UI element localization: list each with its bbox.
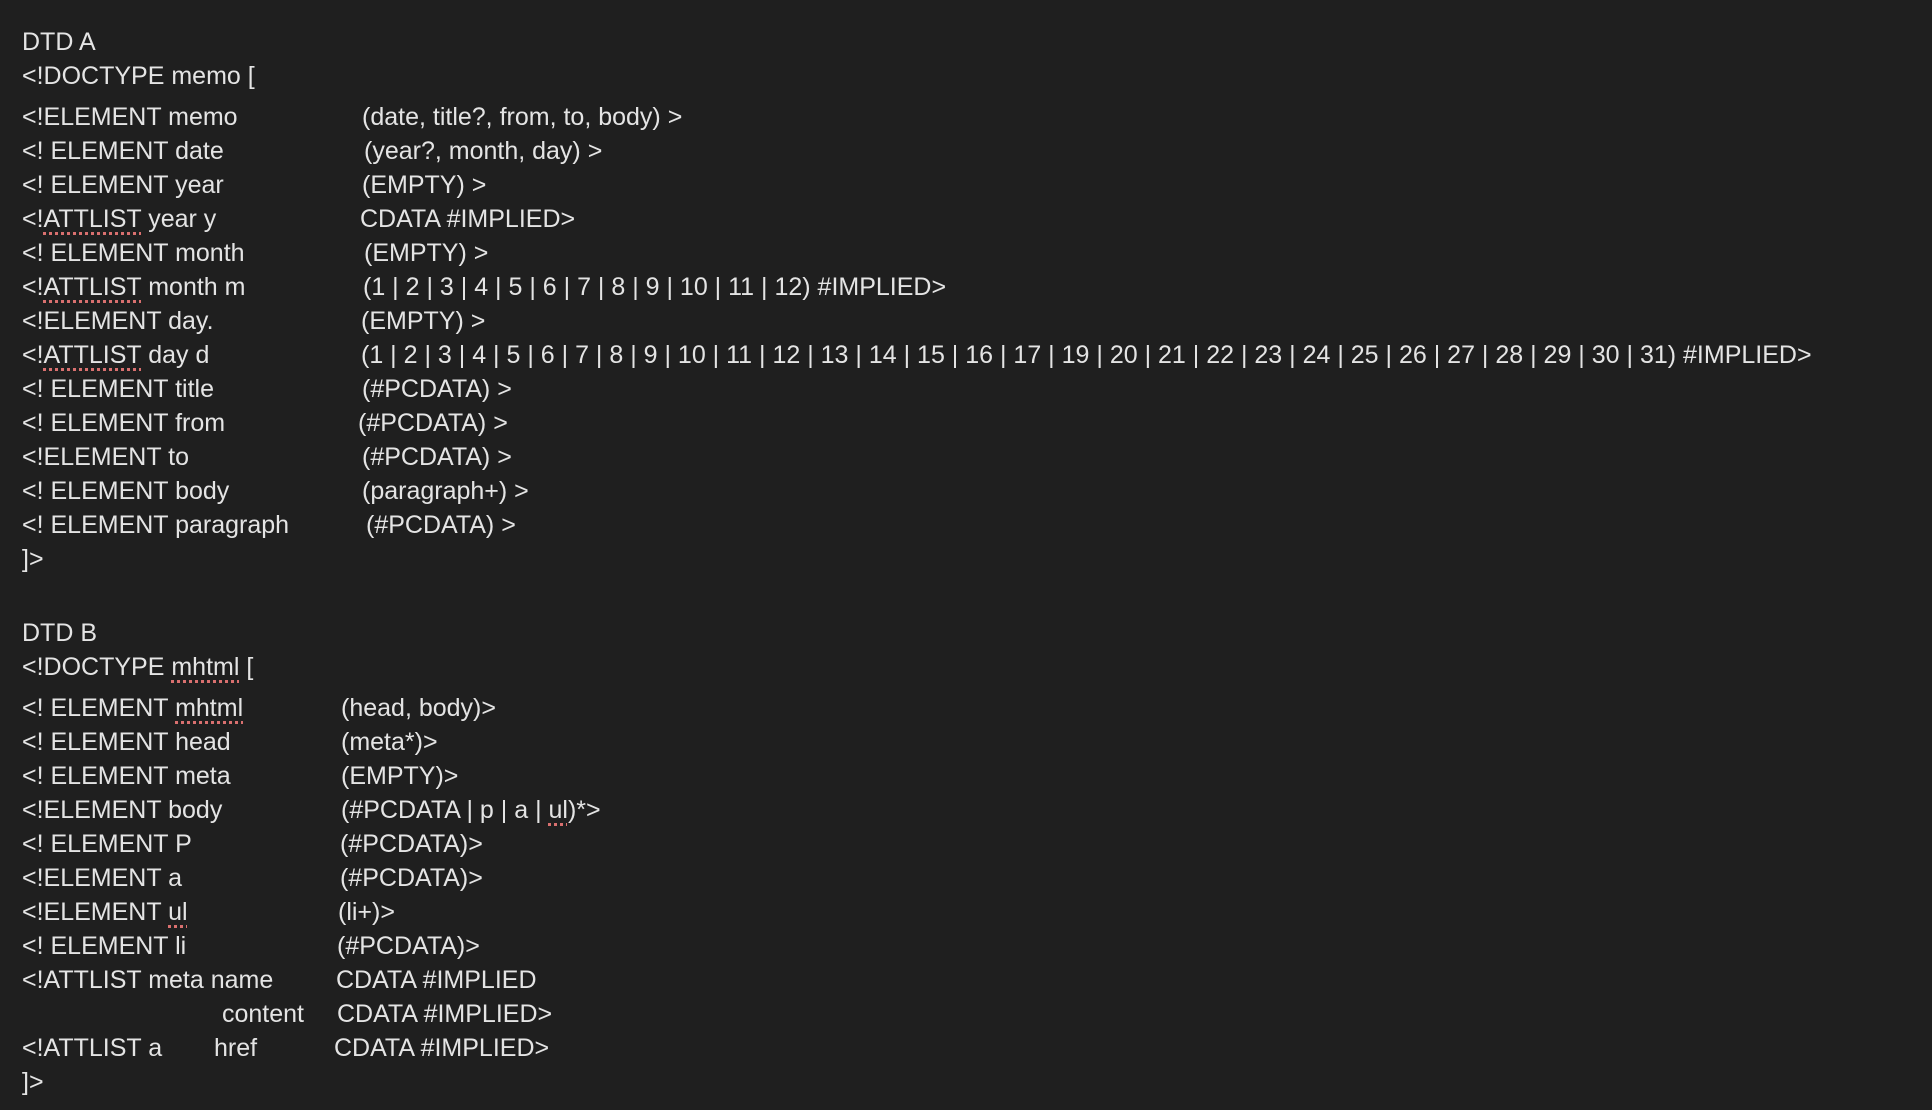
dtd-a-decl: <!ELEMENT memo [22,103,238,131]
dtd-b-attr: href [214,1034,258,1062]
dtd-b-decl: <! ELEMENT head [22,728,231,756]
dtd-b-decl: <! ELEMENT mhtml [22,693,243,723]
dtd-b-model: (#PCDATA)> [340,864,483,892]
dtd-a-decl: <! ELEMENT title [22,375,214,403]
dtd-a-decl: <! ELEMENT body [22,477,230,505]
decl-suffix: month m [141,273,246,301]
dtd-a-model: (EMPTY) > [362,171,487,199]
dtd-a-decl: <! ELEMENT paragraph [22,511,290,539]
dtd-b-decl: <! ELEMENT P [22,830,192,858]
decl-prefix: <! [22,273,44,301]
decl-prefix: <! [22,205,44,233]
dtd-b-model: (#PCDATA)> [337,932,480,960]
spellcheck-flagged-word[interactable]: ul [549,796,568,824]
dtd-b-model: (#PCDATA | p | a | ul)*> [341,795,601,825]
dtd-a-model: (#PCDATA) > [362,443,512,471]
dtd-a-model: (EMPTY) > [361,307,486,335]
dtd-b-model: CDATA #IMPLIED [336,966,537,994]
decl-prefix: <! ELEMENT [22,694,176,722]
dtd-b-model: CDATA #IMPLIED> [337,1000,553,1028]
dtd-b-decl: <! ELEMENT li [22,932,187,960]
model-suffix: )*> [567,796,601,824]
dtd-a-decl: <!ELEMENT day. [22,307,214,335]
decl-prefix: <! [22,341,44,369]
dtd-a-model: (1 | 2 | 3 | 4 | 5 | 6 | 7 | 8 | 9 | 10 … [363,273,947,301]
spellcheck-flagged-word[interactable]: ul [168,898,187,926]
dtd-a-decl: <!ATTLIST day d [22,340,209,370]
dtd-b-model: (head, body)> [341,694,496,722]
dtd-a-model: CDATA #IMPLIED> [360,205,576,233]
dtd-a-model: (#PCDATA) > [358,409,508,437]
dtd-a-model: (date, title?, from, to, body) > [362,103,683,131]
dtd-b-close: ]> [22,1068,44,1096]
dtd-b-decl: <!ATTLIST a [22,1034,163,1062]
dtd-b-decl: <!ELEMENT ul [22,897,188,927]
dtd-a-model: (year?, month, day) > [364,137,603,165]
dtd-b-decl: <!ATTLIST meta name [22,966,274,994]
dtd-b-decl: content [222,1000,305,1028]
model-prefix: (#PCDATA | p | a | [341,796,549,824]
spellcheck-flagged-word[interactable]: ATTLIST [44,273,142,301]
dtd-a-close: ]> [22,545,44,573]
dtd-a-model: (#PCDATA) > [362,375,512,403]
dtd-b-model: CDATA #IMPLIED> [334,1034,550,1062]
dtd-a-heading: DTD A [22,28,96,56]
doctype-suffix: [ [239,653,254,681]
dtd-a-doctype: <!DOCTYPE memo [ [22,62,255,90]
dtd-b-heading: DTD B [22,619,97,647]
dtd-a-model: (paragraph+) > [362,477,529,505]
dtd-a-decl: <! ELEMENT month [22,239,245,267]
dtd-b-model: (li+)> [338,898,395,926]
dtd-b-model: (EMPTY)> [341,762,459,790]
decl-prefix: <!ELEMENT [22,898,169,926]
dtd-a-decl: <!ATTLIST year y [22,204,216,234]
dtd-a-model: (EMPTY) > [364,239,489,267]
dtd-b-decl: <!ELEMENT body [22,796,223,824]
dtd-a-model: (#PCDATA) > [366,511,516,539]
decl-suffix: day d [141,341,210,369]
dtd-b-decl: <! ELEMENT meta [22,762,231,790]
spellcheck-flagged-word[interactable]: ATTLIST [44,341,142,369]
dtd-a-decl: <! ELEMENT date [22,137,224,165]
spellcheck-flagged-word[interactable]: ATTLIST [44,205,142,233]
dtd-b-decl: <!ELEMENT a [22,864,183,892]
dtd-a-decl: <! ELEMENT year [22,171,224,199]
decl-suffix: year y [141,205,217,233]
doctype-prefix: <!DOCTYPE [22,653,172,681]
dtd-a-decl: <!ELEMENT to [22,443,189,471]
dtd-b-doctype: <!DOCTYPE mhtml [ [22,652,253,682]
dtd-b-model: (meta*)> [341,728,438,756]
spellcheck-flagged-word[interactable]: mhtml [171,653,239,681]
dtd-b-model: (#PCDATA)> [340,830,483,858]
dtd-a-decl: <!ATTLIST month m [22,272,245,302]
dtd-a-decl: <! ELEMENT from [22,409,226,437]
spellcheck-flagged-word[interactable]: mhtml [175,694,243,722]
dtd-a-model: (1 | 2 | 3 | 4 | 5 | 6 | 7 | 8 | 9 | 10 … [361,341,1812,369]
